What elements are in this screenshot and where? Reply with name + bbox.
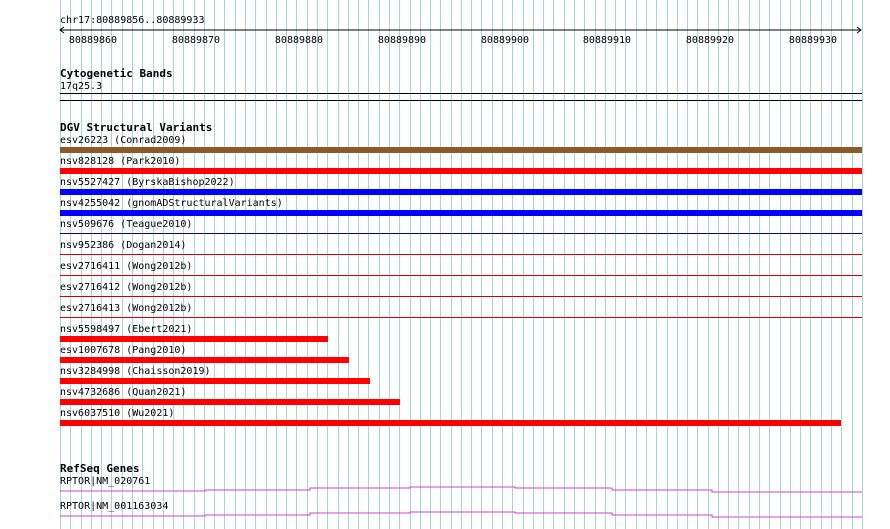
ruler-tick-label: 80889890	[377, 35, 427, 46]
dgv-variant-bar[interactable]	[60, 378, 370, 384]
dgv-variant-bar[interactable]	[60, 336, 328, 342]
ruler-tick-label: 80889880	[274, 35, 324, 46]
cytoband-track-border	[60, 100, 862, 101]
dgv-item-label[interactable]: esv2716412 (Wong2012b)	[60, 282, 192, 293]
dgv-item-label[interactable]: nsv5527427 (ByrskaBishop2022)	[60, 177, 235, 188]
dgv-track-title: DGV Structural Variants	[60, 121, 213, 134]
dgv-item-label[interactable]: nsv3284998 (Chaisson2019)	[60, 366, 211, 377]
gene-line-nm-020761[interactable]	[60, 486, 862, 493]
cytoband-label: 17q25.3	[60, 81, 103, 92]
dgv-variant-bar[interactable]	[60, 357, 349, 363]
dgv-variant-bar[interactable]	[60, 275, 862, 276]
dgv-variant-bar[interactable]	[60, 233, 862, 234]
dgv-item-label[interactable]: nsv6037510 (Wu2021)	[60, 408, 174, 419]
dgv-variant-bar[interactable]	[60, 168, 862, 174]
dgv-item-label[interactable]: nsv5598497 (Ebert2021)	[60, 324, 192, 335]
cytoband-title: Cytogenetic Bands	[60, 67, 173, 80]
dgv-variant-bar[interactable]	[60, 189, 862, 195]
dgv-item-label[interactable]: nsv4732686 (Quan2021)	[60, 387, 186, 398]
dgv-item-label[interactable]: esv2716413 (Wong2012b)	[60, 303, 192, 314]
dgv-item-label[interactable]: esv2716411 (Wong2012b)	[60, 261, 192, 272]
dgv-variant-bar[interactable]	[60, 147, 862, 153]
ruler-axis	[59, 26, 862, 34]
dgv-variant-bar[interactable]	[60, 210, 862, 216]
dgv-item-label[interactable]: nsv4255042 (gnomADStructuralVariants)	[60, 198, 283, 209]
dgv-variant-bar[interactable]	[60, 296, 862, 297]
dgv-item-label[interactable]: esv26223 (Conrad2009)	[60, 135, 186, 146]
ruler-tick-label: 80889910	[582, 35, 632, 46]
gene-line-nm-001163034[interactable]	[60, 511, 862, 518]
ruler-tick-label: 80889920	[685, 35, 735, 46]
dgv-item-label[interactable]: nsv509676 (Teague2010)	[60, 219, 192, 230]
gene-structures[interactable]	[0, 485, 890, 525]
dgv-item-label[interactable]: esv1007678 (Pang2010)	[60, 345, 186, 356]
refseq-track-title: RefSeq Genes	[60, 462, 140, 475]
dgv-variant-bar[interactable]	[60, 317, 862, 318]
dgv-item-label[interactable]: nsv952386 (Dogan2014)	[60, 240, 186, 251]
dgv-variant-bar[interactable]	[60, 399, 400, 405]
ruler-tick-label: 80889860	[68, 35, 118, 46]
ruler-tick-label: 80889900	[480, 35, 530, 46]
cytoband-band-line[interactable]	[60, 93, 862, 94]
dgv-variant-bar[interactable]	[60, 254, 862, 255]
ruler-tick-label: 80889930	[788, 35, 838, 46]
ruler-tick-label: 80889870	[171, 35, 221, 46]
dgv-variant-bar[interactable]	[60, 420, 841, 426]
dgv-item-label[interactable]: nsv828128 (Park2010)	[60, 156, 180, 167]
